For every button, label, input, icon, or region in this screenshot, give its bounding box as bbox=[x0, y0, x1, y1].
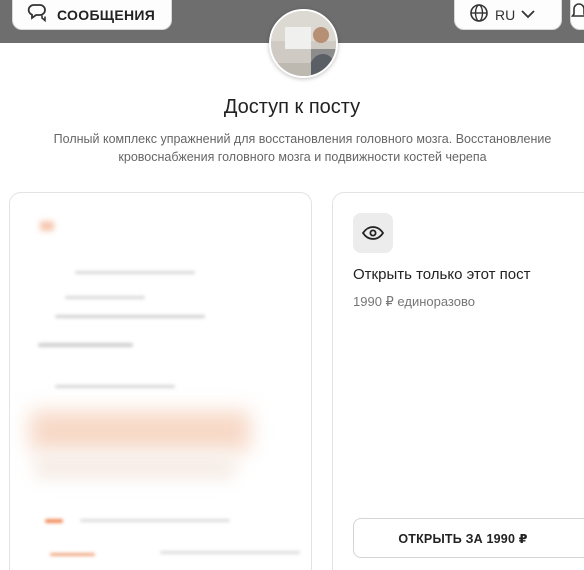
blurred-post-preview-card bbox=[9, 192, 312, 570]
blurred-preview-mark bbox=[35, 455, 235, 479]
chevron-down-icon bbox=[521, 6, 535, 24]
blurred-preview-mark bbox=[40, 221, 54, 231]
open-post-button[interactable]: ОТКРЫТЬ ЗА 1990 ₽ bbox=[353, 518, 584, 558]
blurred-preview-mark bbox=[55, 385, 175, 388]
blurred-preview-mark bbox=[50, 553, 95, 556]
language-label: RU bbox=[495, 7, 516, 23]
blurred-preview-mark bbox=[30, 411, 250, 451]
bell-icon bbox=[570, 3, 584, 23]
blurred-preview-mark bbox=[75, 271, 195, 274]
single-post-option-card: Открыть только этот пост 1990 ₽ единораз… bbox=[332, 192, 584, 570]
language-selector[interactable]: RU bbox=[454, 0, 562, 30]
messages-button[interactable]: СООБЩЕНИЯ bbox=[12, 0, 172, 30]
globe-icon bbox=[469, 3, 489, 28]
messages-label: СООБЩЕНИЯ bbox=[57, 7, 156, 23]
option-price: 1990 ₽ единоразово bbox=[353, 294, 475, 309]
blurred-preview-mark bbox=[65, 296, 145, 299]
eye-icon bbox=[353, 213, 393, 253]
option-title: Открыть только этот пост bbox=[353, 266, 531, 283]
notifications-button[interactable] bbox=[570, 0, 584, 30]
chat-bubbles-icon bbox=[27, 3, 47, 27]
blurred-preview-mark bbox=[45, 519, 63, 523]
page-title: Доступ к посту bbox=[223, 96, 361, 118]
blurred-preview-mark bbox=[55, 315, 205, 318]
blurred-preview-mark bbox=[38, 343, 133, 347]
author-avatar bbox=[269, 9, 338, 78]
blurred-preview-mark bbox=[160, 551, 300, 554]
post-description: Полный комплекс упражнений для восстанов… bbox=[53, 132, 552, 164]
blurred-preview-mark bbox=[80, 519, 230, 522]
